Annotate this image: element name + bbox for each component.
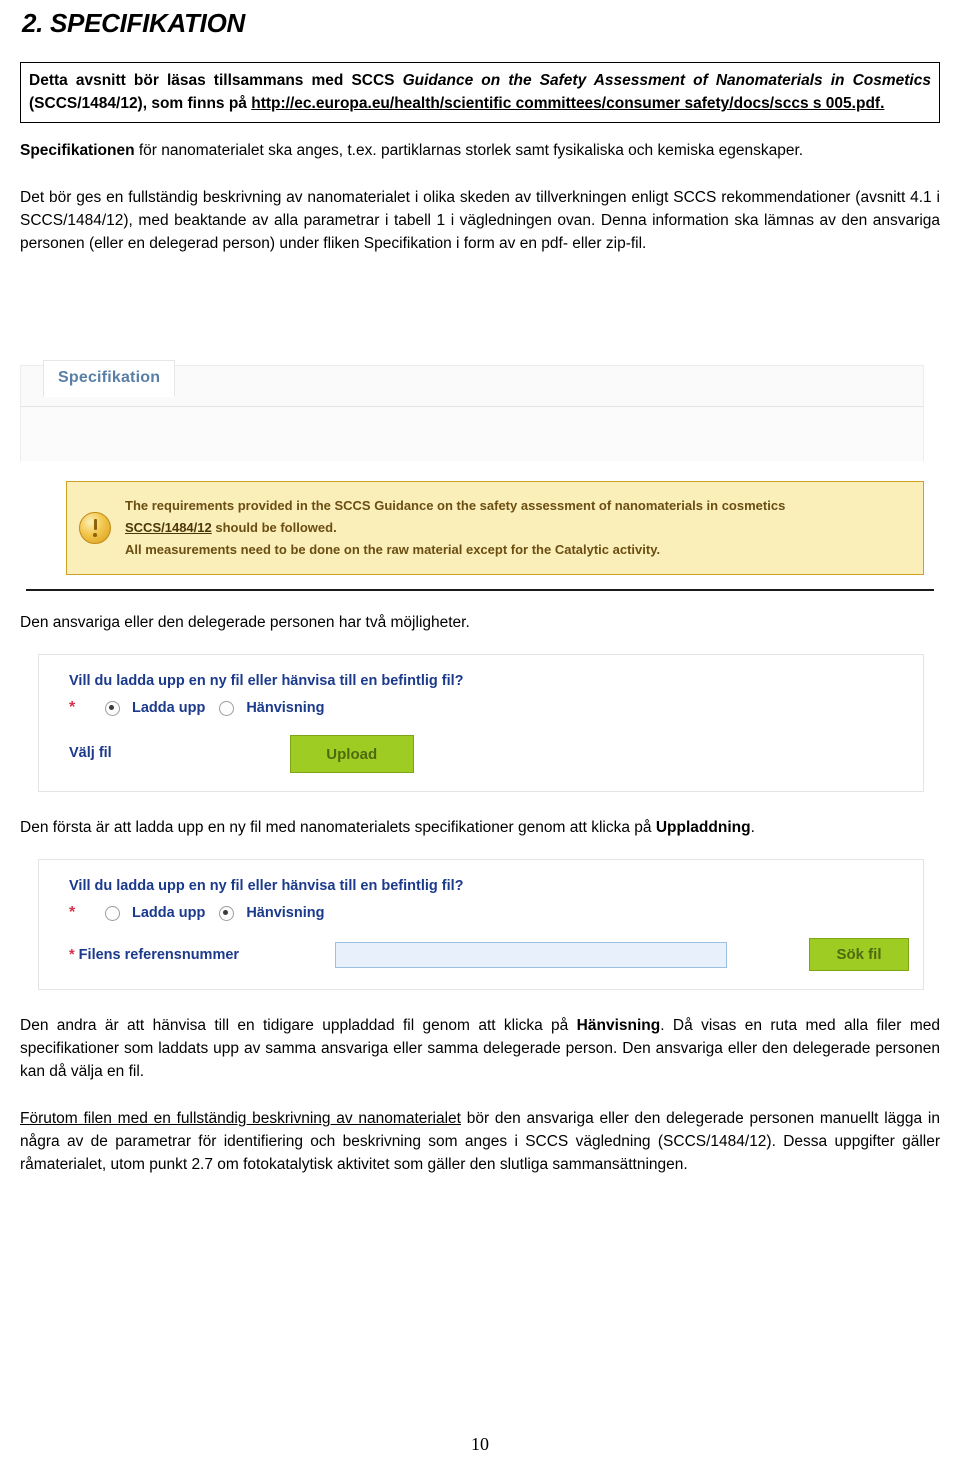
reference-form-input-row: * Filens referensnummer Sök fil [55,938,923,971]
reference-field-label-text: Filens referensnummer [74,946,240,963]
radio-ladda-upp-2[interactable] [105,905,120,921]
radio-hanvisning-label: Hänvisning [246,700,325,716]
warning-line-2: SCCS/1484/12 should be followed. [125,517,785,539]
page-number: 10 [471,1434,489,1454]
valj-fil-label: Välj fil [69,745,112,761]
radio-hanvisning-label-2: Hänvisning [246,905,325,921]
filens-referensnummer-label: * Filens referensnummer [55,947,335,963]
tab-specifikation[interactable]: Specifikation [43,360,176,397]
paragraph-5-text-a: Den andra är att hänvisa till en tidigar… [20,1017,577,1034]
paragraph-specifikationen: Specifikationen för nanomaterialet ska a… [20,139,940,162]
reference-form-radio-row: * Ladda upp Hänvisning [55,900,923,926]
paragraph-4-bold: Uppladdning [655,819,751,836]
warning-line-1: The requirements provided in the SCCS Gu… [125,498,786,513]
warning-guidance-link[interactable]: SCCS/1484/12 [125,520,212,535]
upload-form-question: Vill du ladda upp en ny fil eller hänvis… [69,673,464,689]
screenshot-upload-form: Vill du ladda upp en ny fil eller hänvis… [38,654,924,792]
radio-ladda-upp[interactable] [105,700,120,716]
paragraph-first-option: Den första är att ladda upp en ny fil me… [20,816,940,839]
screenshot-tab-strip: Specifikation [20,360,924,461]
upload-form-radio-row: * Ladda upp Hänvisning [55,695,923,721]
intro-link[interactable]: http://ec.europa.eu/health/scientific co… [251,95,884,112]
tab-panel-body [21,407,923,461]
radio-hanvisning-2[interactable] [219,905,235,921]
tab-bar: Specifikation [21,360,923,407]
paragraph-two-options: Den ansvariga eller den delegerade perso… [20,614,470,631]
warning-line-3: All measurements need to be done on the … [125,542,661,557]
warning-exclamation-icon [79,512,111,544]
radio-ladda-upp-label-2: Ladda upp [132,905,206,921]
paragraph-lead-bold: Specifikationen [20,142,135,159]
reference-required-marker: * [69,904,76,921]
warning-line-2-rest: should be followed. [211,520,337,535]
paragraph-1-text: för nanomaterialet ska anges, t.ex. part… [134,142,804,159]
radio-hanvisning[interactable] [219,700,235,716]
page-title: 2. SPECIFIKATION [22,8,245,38]
intro-text-part-1: Detta avsnitt bör läsas tillsammans med … [29,72,403,89]
radio-ladda-upp-label: Ladda upp [132,700,206,716]
paragraph-4-text-b: . [750,819,755,836]
warning-panel: The requirements provided in the SCCS Gu… [66,481,924,575]
paragraph-additional-parameters: Förutom filen med en fullständig beskriv… [20,1107,940,1176]
warning-text-block: The requirements provided in the SCCS Gu… [125,495,785,561]
screenshot-reference-form: Vill du ladda upp en ny fil eller hänvis… [38,859,924,990]
paragraph-5-bold: Hänvisning [576,1017,661,1034]
document-page: 2. SPECIFIKATION Detta avsnitt bör läsas… [0,8,960,1479]
paragraph-6-underlined: Förutom filen med en fullständig beskriv… [20,1110,461,1127]
reference-number-input[interactable] [335,941,727,968]
upload-button[interactable]: Upload [289,735,414,773]
intro-text-part-2: (SCCS/1484/12), som finns på [29,95,252,112]
sok-fil-button[interactable]: Sök fil [809,938,909,971]
intro-text-italic-title: Guidance on the Safety Assessment of Nan… [402,72,931,89]
intro-note-text: Detta avsnitt bör läsas tillsammans med … [29,69,931,115]
warning-panel-wrapper: The requirements provided in the SCCS Gu… [66,481,924,575]
paragraph-4-text-a: Den första är att ladda upp en ny fil me… [20,819,656,836]
paragraph-second-option: Den andra är att hänvisa till en tidigar… [20,1014,940,1083]
upload-form-file-row: Välj fil Upload [55,733,923,773]
intro-note-box: Detta avsnitt bör läsas tillsammans med … [20,62,940,123]
upload-required-marker: * [69,699,76,716]
reference-form-question: Vill du ladda upp en ny fil eller hänvis… [69,878,464,894]
paragraph-description: Det bör ges en fullständig beskrivning a… [20,189,940,252]
